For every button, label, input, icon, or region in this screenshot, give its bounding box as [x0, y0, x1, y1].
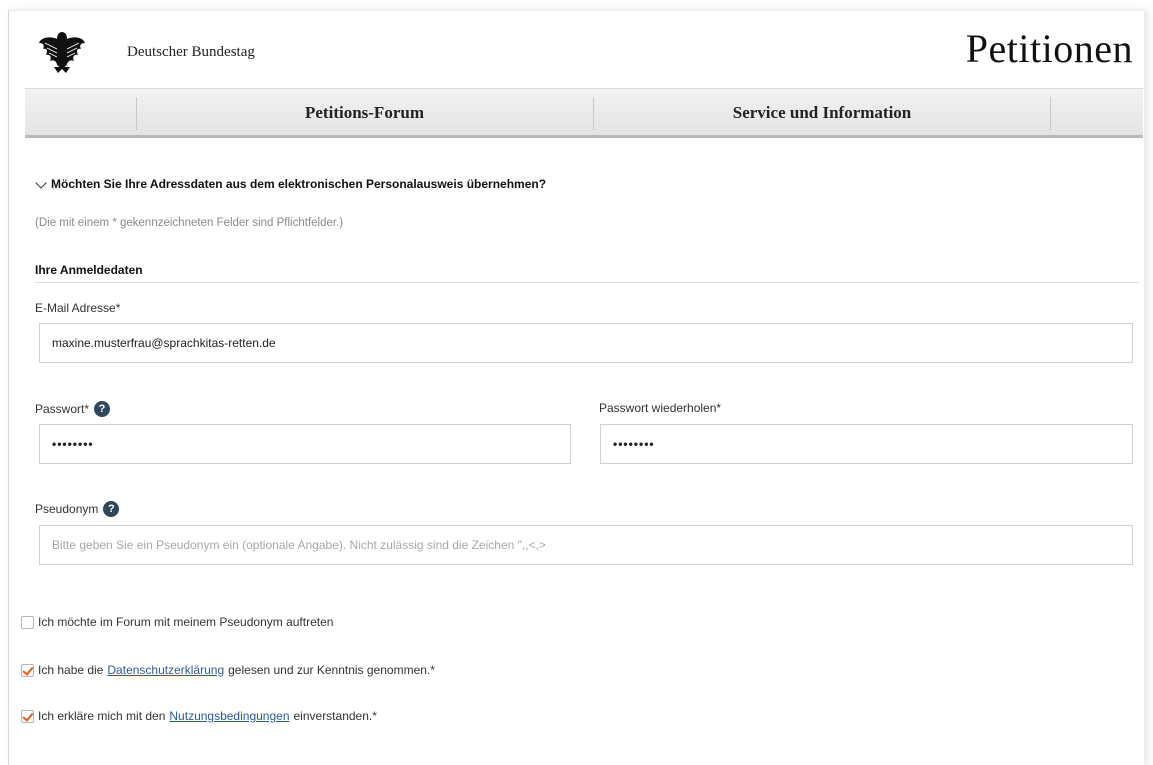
pseudonym-checkbox[interactable]: [21, 615, 34, 629]
pseudonym-checkbox-row: Ich möchte im Forum mit meinem Pseudonym…: [21, 615, 333, 629]
email-field[interactable]: [39, 323, 1133, 363]
pseudonym-help-icon[interactable]: ?: [103, 501, 120, 517]
password-label-text: Passwort*: [35, 402, 90, 416]
privacy-checkbox-row: Ich habe die Datenschutzerklärung gelese…: [21, 663, 435, 677]
nav-separator: [1050, 97, 1051, 130]
privacy-checkbox[interactable]: [21, 663, 34, 677]
password-repeat-field[interactable]: [600, 424, 1133, 464]
section-title: Ihre Anmeldedaten: [35, 263, 1139, 283]
pseudonym-label: Pseudonym ?: [35, 501, 120, 517]
site-header: Deutscher Bundestag Petitionen: [9, 11, 1145, 89]
eid-address-toggle[interactable]: Möchten Sie Ihre Adressdaten aus dem ele…: [35, 177, 546, 191]
chevron-down-icon: [35, 177, 47, 189]
terms-checkbox[interactable]: [21, 709, 34, 723]
pseudonym-field[interactable]: [39, 525, 1133, 565]
pseudonym-label-text: Pseudonym: [35, 502, 99, 516]
email-label-text: E-Mail Adresse*: [35, 301, 121, 315]
password-repeat-label-text: Passwort wiederholen*: [599, 401, 722, 415]
required-fields-hint: (Die mit einem * gekennzeichneten Felder…: [35, 217, 344, 229]
email-label: E-Mail Adresse*: [35, 301, 120, 315]
pseudonym-checkbox-label[interactable]: Ich möchte im Forum mit meinem Pseudonym…: [38, 615, 333, 629]
terms-checkbox-label-start[interactable]: Ich erkläre mich mit den: [38, 709, 165, 723]
nav-item-petitions-forum[interactable]: Petitions-Forum: [136, 89, 593, 136]
password-repeat-label: Passwort wiederholen*: [599, 401, 721, 415]
privacy-policy-link[interactable]: Datenschutzerklärung: [107, 663, 224, 677]
terms-checkbox-label-end[interactable]: einverstanden.*: [294, 709, 377, 723]
password-field[interactable]: [39, 424, 571, 464]
terms-of-use-link[interactable]: Nutzungsbedingungen: [169, 709, 289, 723]
privacy-checkbox-label-end[interactable]: gelesen und zur Kenntnis genommen.*: [228, 663, 435, 677]
nav-item-service-information[interactable]: Service und Information: [594, 89, 1050, 136]
privacy-checkbox-label-start[interactable]: Ich habe die: [38, 663, 103, 677]
federal-eagle-logo[interactable]: [37, 29, 87, 73]
site-title: Petitionen: [965, 26, 1133, 71]
password-help-icon[interactable]: ?: [94, 401, 111, 417]
main-navigation: Petitions-Forum Service und Information: [25, 88, 1143, 138]
terms-checkbox-row: Ich erkläre mich mit den Nutzungsbedingu…: [21, 709, 377, 723]
page-frame: Deutscher Bundestag Petitionen Petitions…: [8, 10, 1144, 765]
eid-toggle-label: Möchten Sie Ihre Adressdaten aus dem ele…: [51, 177, 547, 191]
brand-name: Deutscher Bundestag: [127, 44, 255, 60]
password-label: Passwort* ?: [35, 401, 111, 417]
